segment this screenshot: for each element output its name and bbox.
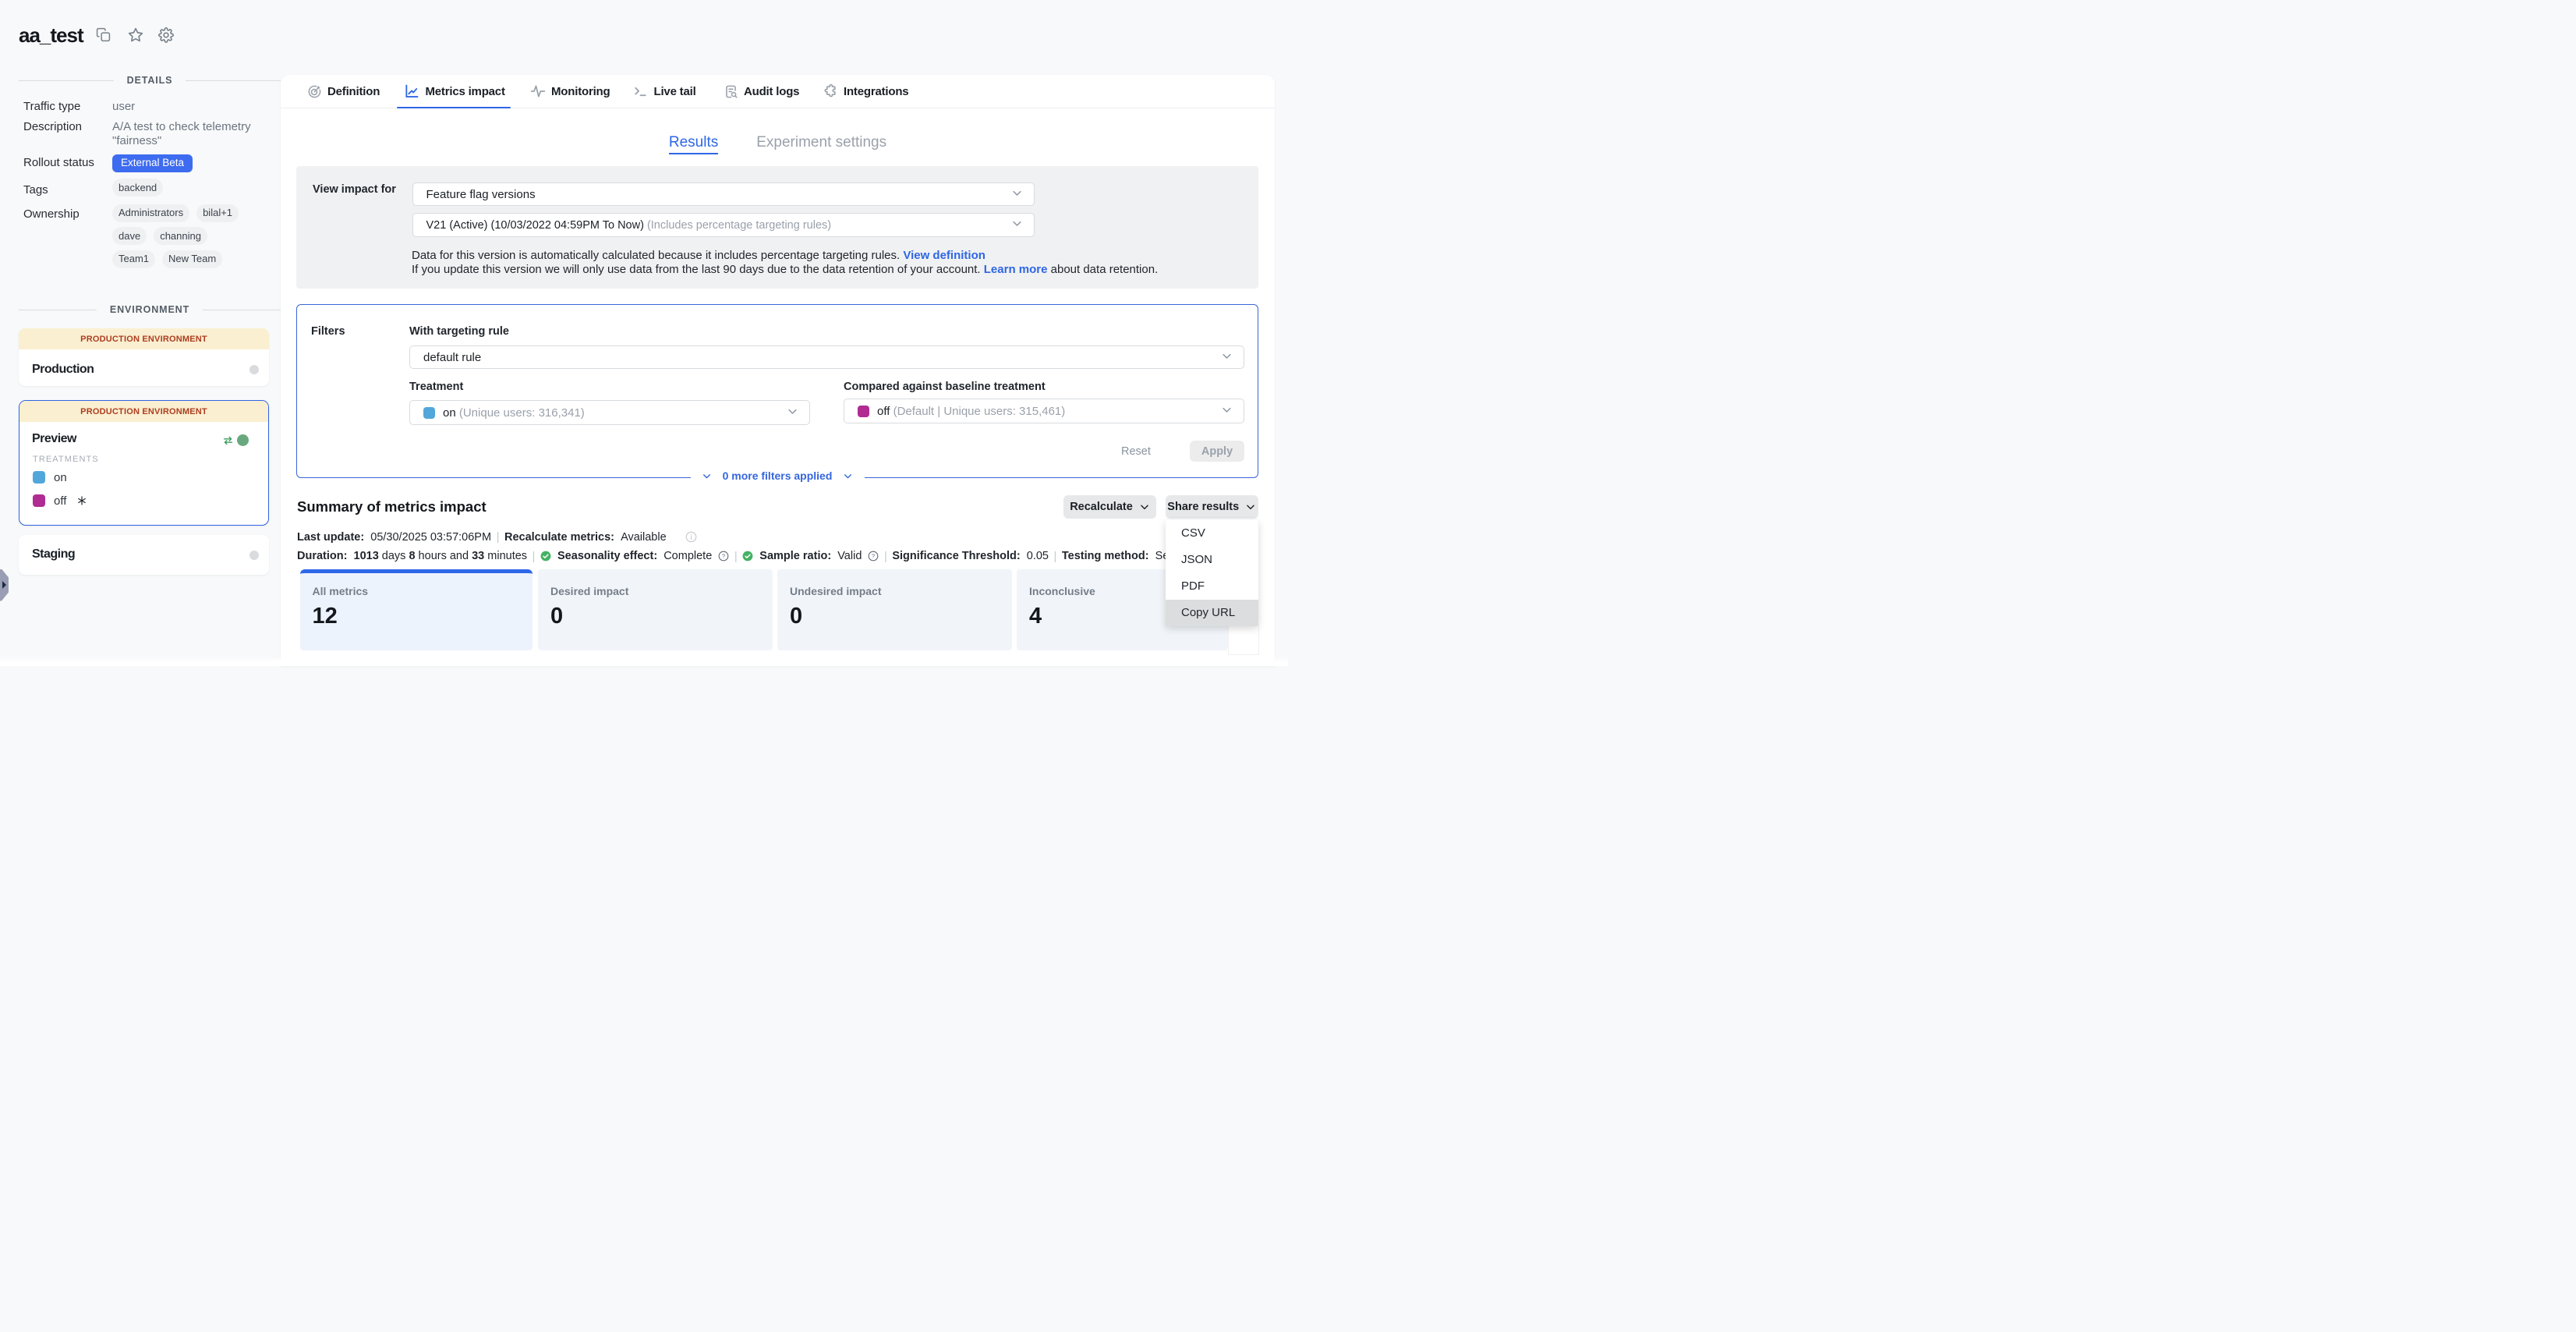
svg-text:?: ? — [872, 553, 875, 560]
svg-text:?: ? — [722, 553, 725, 560]
